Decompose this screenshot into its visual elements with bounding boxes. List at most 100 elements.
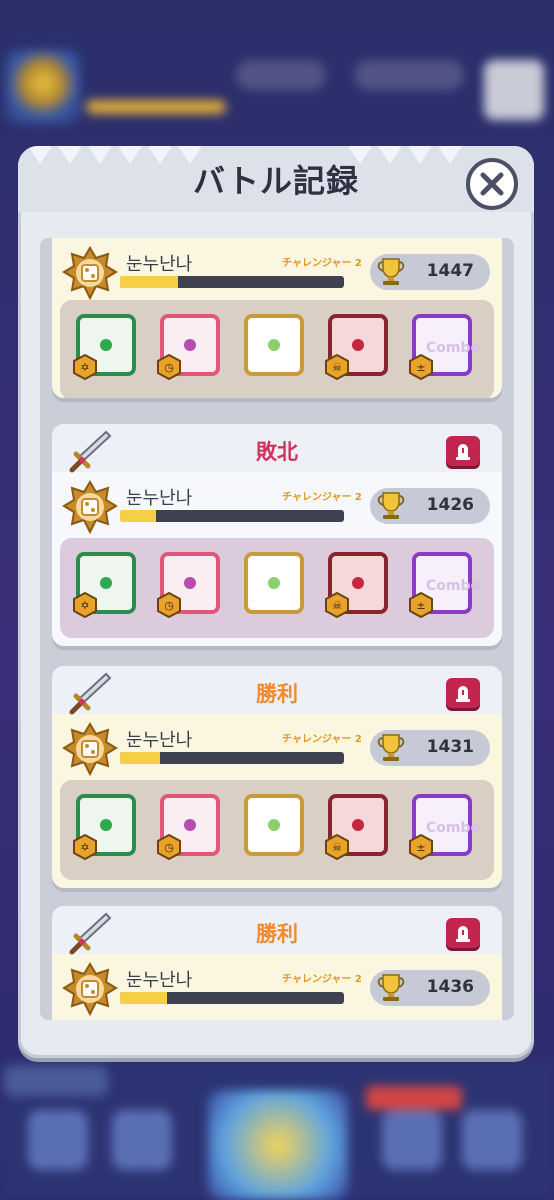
dice-pip xyxy=(268,577,280,589)
dice-frame xyxy=(244,552,304,614)
player-name: 눈누난나 xyxy=(126,488,193,509)
player-rank: チャレンジャー 2 xyxy=(282,974,362,985)
battle-list[interactable]: 눈누난나 チャレンジャー 2 1447 ✡ ◷ ☠ Combo ± 敗北 눈누난… xyxy=(40,238,514,1020)
xp-bar xyxy=(120,992,344,1004)
dice-label: Combo xyxy=(426,340,481,356)
report-button[interactable] xyxy=(446,436,480,466)
dice-pip xyxy=(268,339,280,351)
background-nav-icon xyxy=(112,1110,172,1170)
background-nav-icon xyxy=(382,1110,442,1170)
plus-minus-badge-icon: ± xyxy=(409,354,433,380)
dice-card-rainbow[interactable] xyxy=(240,548,310,622)
dice-card-purple-combo[interactable]: Combo ± xyxy=(408,310,481,384)
dice-card-purple-combo[interactable]: Combo ± xyxy=(408,790,480,864)
svg-text:◷: ◷ xyxy=(164,599,174,612)
battle-result: 敗北 xyxy=(256,440,298,464)
background-chip xyxy=(354,60,464,90)
dice-pip xyxy=(352,819,364,831)
background-nav-icon xyxy=(462,1110,522,1170)
dice-pip xyxy=(100,819,112,831)
dice-frame xyxy=(244,314,304,376)
trophy-icon xyxy=(377,258,405,285)
rank-emblem-icon xyxy=(62,246,118,301)
star-badge-icon: ✡ xyxy=(73,592,97,618)
xp-bar xyxy=(120,510,344,522)
xp-bar xyxy=(120,752,344,764)
svg-text:✡: ✡ xyxy=(80,361,89,374)
player-row: 눈누난나 チャレンジャー 2 1436 xyxy=(52,962,502,1018)
dice-pip xyxy=(352,339,364,351)
player-name: 눈누난나 xyxy=(126,254,193,275)
dice-pip xyxy=(184,577,196,589)
player-rank: チャレンジャー 2 xyxy=(282,258,362,269)
battle-card-header: 勝利 xyxy=(52,906,502,955)
dice-card-pink[interactable]: ◷ xyxy=(156,310,226,384)
dice-label: Combo xyxy=(426,578,481,594)
svg-text:☠: ☠ xyxy=(332,361,342,374)
dice-card-purple-combo[interactable]: Combo ± xyxy=(408,548,481,622)
svg-text:◷: ◷ xyxy=(164,361,174,374)
background-menu-button xyxy=(484,60,544,120)
battle-record-modal: バトル記録 눈누난나 チャレンジャー 2 1447 ✡ ◷ ☠ Combo ± … xyxy=(18,146,534,1058)
rank-emblem-icon xyxy=(62,480,118,535)
dice-card-green[interactable]: ✡ xyxy=(72,548,142,622)
close-icon xyxy=(480,172,504,196)
xp-fill xyxy=(120,752,161,764)
player-rank: チャレンジャー 2 xyxy=(282,492,362,503)
dice-pip xyxy=(100,339,112,351)
trophy-pill: 1426 xyxy=(370,488,490,524)
trophy-icon xyxy=(377,974,405,1001)
trophy-count: 1436 xyxy=(426,977,474,997)
xp-fill xyxy=(120,510,156,522)
svg-text:☠: ☠ xyxy=(332,841,342,854)
plus-minus-badge-icon: ± xyxy=(409,834,433,860)
dice-card-red[interactable]: ☠ xyxy=(324,790,394,864)
report-button[interactable] xyxy=(446,918,480,948)
report-icon xyxy=(456,686,470,702)
trophy-icon xyxy=(377,734,405,761)
report-button[interactable] xyxy=(446,678,480,708)
dice-card-rainbow[interactable] xyxy=(240,790,310,864)
background-nav-icon xyxy=(28,1110,88,1170)
player-name: 눈누난나 xyxy=(126,970,193,991)
dice-card-green[interactable]: ✡ xyxy=(72,310,142,384)
trophy-count: 1431 xyxy=(426,737,474,757)
player-row: 눈누난나 チャレンジャー 2 1447 xyxy=(52,246,502,302)
dice-card-red[interactable]: ☠ xyxy=(324,310,394,384)
report-icon xyxy=(456,444,470,460)
player-name: 눈누난나 xyxy=(126,730,193,751)
deck: ✡ ◷ ☠ Combo ± xyxy=(60,538,494,638)
trophy-pill: 1436 xyxy=(370,970,490,1006)
battle-result: 勝利 xyxy=(256,682,298,706)
clock-badge-icon: ◷ xyxy=(157,592,181,618)
deck: ✡ ◷ ☠ Combo ± xyxy=(60,300,494,398)
avatar xyxy=(6,50,80,124)
dice-card-rainbow[interactable] xyxy=(240,310,310,384)
battle-result: 勝利 xyxy=(256,922,298,946)
background-chip xyxy=(236,60,326,90)
dice-card-pink[interactable]: ◷ xyxy=(156,790,226,864)
svg-text:✡: ✡ xyxy=(80,841,89,854)
xp-bar xyxy=(120,276,344,288)
svg-text:◷: ◷ xyxy=(164,841,174,854)
xp-fill xyxy=(120,276,179,288)
background-xp-bar xyxy=(86,100,226,114)
clock-badge-icon: ◷ xyxy=(157,834,181,860)
battle-card-header: 敗北 xyxy=(52,424,502,473)
background-nav-center xyxy=(208,1090,348,1200)
trophy-pill: 1431 xyxy=(370,730,490,766)
dice-pip xyxy=(352,577,364,589)
skull-badge-icon: ☠ xyxy=(325,354,349,380)
clock-badge-icon: ◷ xyxy=(157,354,181,380)
dice-pip xyxy=(184,819,196,831)
dice-card-green[interactable]: ✡ xyxy=(72,790,142,864)
dice-card-pink[interactable]: ◷ xyxy=(156,548,226,622)
xp-fill xyxy=(120,992,168,1004)
battle-card-header: 勝利 xyxy=(52,666,502,715)
modal-title: バトル記録 xyxy=(193,162,359,200)
close-button[interactable] xyxy=(466,158,518,210)
dice-pip xyxy=(268,819,280,831)
dice-card-red[interactable]: ☠ xyxy=(324,548,394,622)
player-row: 눈누난나 チャレンジャー 2 1431 xyxy=(52,722,502,778)
plus-minus-badge-icon: ± xyxy=(409,592,433,618)
